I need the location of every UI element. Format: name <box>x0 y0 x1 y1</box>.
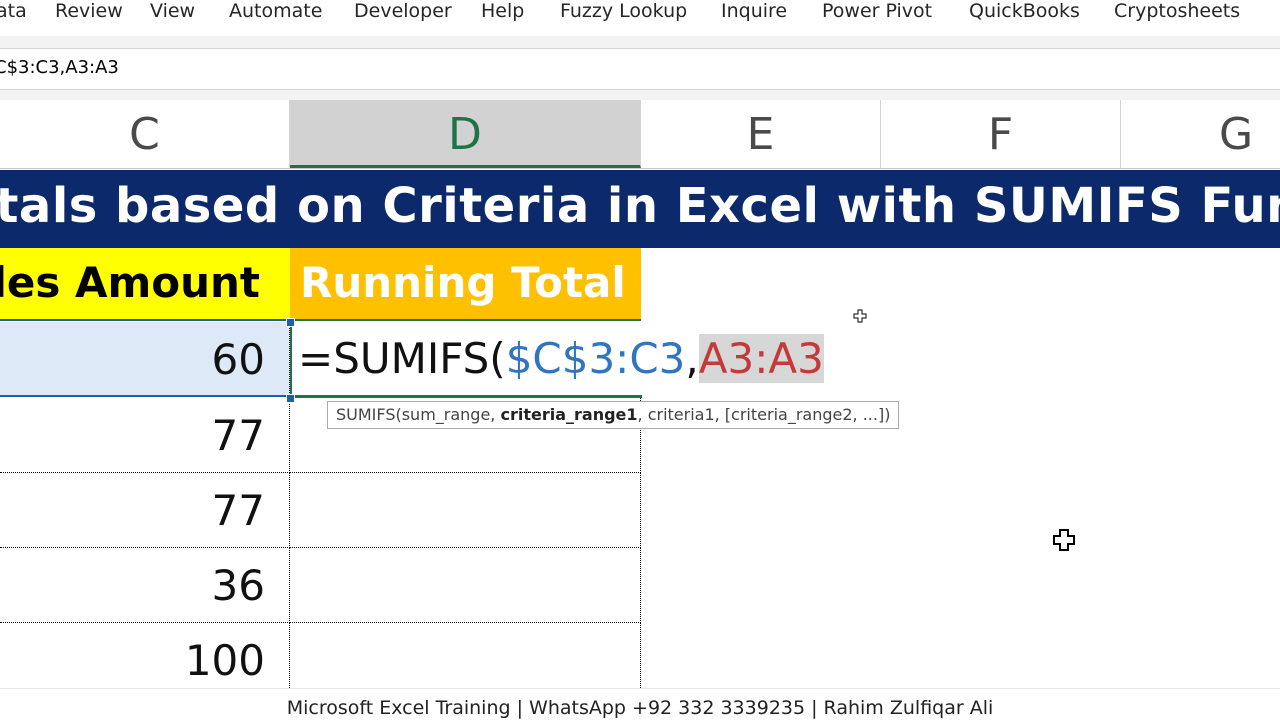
tab-developer[interactable]: Developer <box>354 0 452 24</box>
cross-cursor-icon <box>1053 529 1075 551</box>
tab-fuzzy-lookup[interactable]: Fuzzy Lookup <box>560 0 687 24</box>
column-header-f[interactable]: F <box>881 100 1121 168</box>
cell-c-row3[interactable]: 77 <box>0 473 290 548</box>
header-sales-amount-label: les Amount <box>0 258 260 307</box>
cell-d-row5[interactable] <box>290 623 641 698</box>
title-banner: otals based on Criteria in Excel with SU… <box>0 170 1280 248</box>
cell-c-row5[interactable]: 100 <box>0 623 290 698</box>
tab-power-pivot[interactable]: Power Pivot <box>822 0 932 24</box>
header-cell-sales-amount[interactable]: les Amount <box>0 248 290 321</box>
tab-help[interactable]: Help <box>481 0 524 24</box>
tab-automate[interactable]: Automate <box>229 0 322 24</box>
ribbon-tab-bar: ata Review View Automate Developer Help … <box>0 0 1280 28</box>
range-handle-bottom-left[interactable] <box>286 394 295 403</box>
ribbon-divider <box>0 36 1280 48</box>
tooltip-part1: SUMIFS(sum_range, <box>336 405 501 424</box>
column-header-e[interactable]: E <box>641 100 881 168</box>
tab-quickbooks[interactable]: QuickBooks <box>969 0 1080 24</box>
banner-title: otals based on Criteria in Excel with SU… <box>0 178 1280 234</box>
column-header-c[interactable]: C <box>0 100 290 168</box>
formula-comma: , <box>685 334 699 383</box>
tooltip-part2: , criteria1, [criteria_range2, ...]) <box>637 405 891 424</box>
range-handle-top-left[interactable] <box>286 318 295 327</box>
cell-d-row3[interactable] <box>290 473 641 548</box>
tab-view[interactable]: View <box>150 0 195 24</box>
header-running-total-label: Running Total <box>300 258 626 307</box>
column-header-row: C D E F G <box>0 100 1280 169</box>
tab-data[interactable]: ata <box>0 0 27 24</box>
cell-formula-editor[interactable]: =SUMIFS($C$3:C3,A3:A3 <box>298 333 824 385</box>
formula-sum-range: $C$3:C3 <box>505 334 686 383</box>
header-cell-running-total[interactable]: Running Total <box>290 248 641 321</box>
tab-inquire[interactable]: Inquire <box>721 0 787 24</box>
excel-window: ata Review View Automate Developer Help … <box>0 0 1280 720</box>
cell-c-row4[interactable]: 36 <box>0 548 290 623</box>
formula-divider <box>0 90 1280 100</box>
cell-c-row2[interactable]: 77 <box>0 398 290 473</box>
cross-cursor-icon <box>853 309 867 323</box>
tab-review[interactable]: Review <box>55 0 123 24</box>
formula-bar-text[interactable]: C$3:C3,A3:A3 <box>0 57 119 78</box>
cell-d-row4[interactable] <box>290 548 641 623</box>
formula-prefix: =SUMIFS( <box>298 334 506 383</box>
tooltip-bold-arg: criteria_range1 <box>500 405 638 424</box>
column-header-g[interactable]: G <box>1121 100 1280 168</box>
tab-cryptosheets[interactable]: Cryptosheets <box>1114 0 1240 24</box>
footer-credit: Microsoft Excel Training | WhatsApp +92 … <box>0 688 1280 720</box>
cell-c-row1[interactable]: 60 <box>0 322 290 397</box>
column-header-d[interactable]: D <box>290 100 641 168</box>
formula-criteria-range: A3:A3 <box>698 334 824 383</box>
formula-bar[interactable]: C$3:C3,A3:A3 <box>0 48 1280 90</box>
function-tooltip[interactable]: SUMIFS(sum_range, criteria_range1, crite… <box>327 401 899 429</box>
